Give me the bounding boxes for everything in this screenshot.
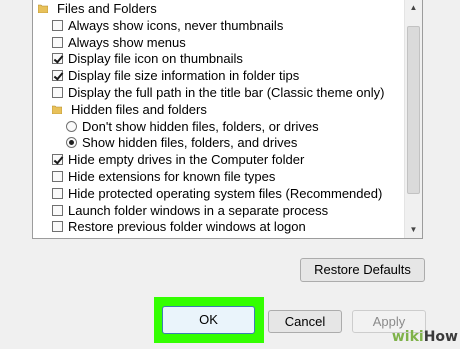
- vertical-scrollbar[interactable]: ▲ ▼: [404, 0, 422, 238]
- option-label: Restore previous folder windows at logon: [68, 219, 306, 235]
- checkbox-option-row[interactable]: Hide empty drives in the Computer folder: [52, 151, 304, 168]
- checkbox[interactable]: [52, 70, 63, 82]
- option-label: Hide protected operating system files (R…: [68, 185, 383, 201]
- folder-icon: [38, 4, 48, 13]
- checkbox[interactable]: [52, 204, 63, 216]
- checkbox-option-row[interactable]: Display the full path in the title bar (…: [52, 84, 384, 101]
- restore-defaults-button[interactable]: Restore Defaults: [300, 258, 425, 282]
- option-label: Display file icon on thumbnails: [68, 51, 243, 67]
- tree-folder-row: Files and Folders: [38, 0, 157, 17]
- checkbox[interactable]: [52, 19, 63, 31]
- checkbox-option-row[interactable]: Display file size information in folder …: [52, 67, 299, 84]
- checkbox[interactable]: [52, 36, 63, 48]
- advanced-settings-list[interactable]: Files and Folders Always show icons, neve…: [32, 0, 423, 239]
- tree-folder-row: Hidden files and folders: [52, 101, 207, 118]
- option-label: Display file size information in folder …: [68, 68, 300, 84]
- checkbox-option-row[interactable]: Display file icon on thumbnails: [52, 50, 243, 67]
- checkbox-option-row[interactable]: Hide extensions for known file types: [52, 168, 275, 185]
- scroll-down-arrow-icon[interactable]: ▼: [405, 222, 422, 238]
- option-label: Always show menus: [68, 34, 186, 50]
- scrollbar-thumb[interactable]: [407, 26, 420, 194]
- option-label: Hide extensions for known file types: [68, 169, 276, 184]
- folder-icon: [52, 105, 62, 114]
- scroll-up-arrow-icon[interactable]: ▲: [405, 0, 422, 16]
- option-label: Launch folder windows in a separate proc…: [68, 202, 329, 218]
- radio-option-row[interactable]: Show hidden files, folders, and drives: [66, 134, 297, 151]
- radio-option-row[interactable]: Don't show hidden files, folders, or dri…: [66, 118, 319, 135]
- checkbox-option-row[interactable]: Restore previous folder windows at logon: [52, 218, 306, 235]
- checkbox[interactable]: [52, 171, 63, 182]
- checkbox[interactable]: [52, 221, 63, 233]
- wikihow-watermark: wikiHow: [391, 329, 458, 345]
- checkbox[interactable]: [52, 87, 63, 98]
- option-label: Hidden files and folders: [71, 101, 207, 117]
- cancel-button[interactable]: Cancel: [268, 310, 342, 333]
- option-label: Show hidden files, folders, and drives: [82, 135, 298, 151]
- option-label: Hide empty drives in the Computer folder: [68, 152, 305, 168]
- option-label: Don't show hidden files, folders, or dri…: [82, 118, 319, 134]
- checkbox-option-row[interactable]: Always show menus: [52, 34, 186, 51]
- settings-tree: Files and Folders Always show icons, neve…: [33, 0, 402, 238]
- checkbox-option-row[interactable]: Hide protected operating system files (R…: [52, 185, 382, 202]
- checkbox[interactable]: [52, 53, 63, 65]
- ok-button[interactable]: OK: [162, 306, 255, 334]
- option-label: Display the full path in the title bar (…: [68, 85, 385, 100]
- checkbox[interactable]: [52, 187, 63, 199]
- checkbox-option-row[interactable]: Launch folder windows in a separate proc…: [52, 202, 328, 219]
- option-label: Always show icons, never thumbnails: [68, 17, 284, 33]
- option-label: Files and Folders: [57, 1, 157, 16]
- radio-button[interactable]: [66, 120, 77, 132]
- checkbox-option-row[interactable]: Always show icons, never thumbnails: [52, 17, 283, 34]
- checkbox[interactable]: [52, 154, 63, 166]
- radio-button[interactable]: [66, 137, 77, 149]
